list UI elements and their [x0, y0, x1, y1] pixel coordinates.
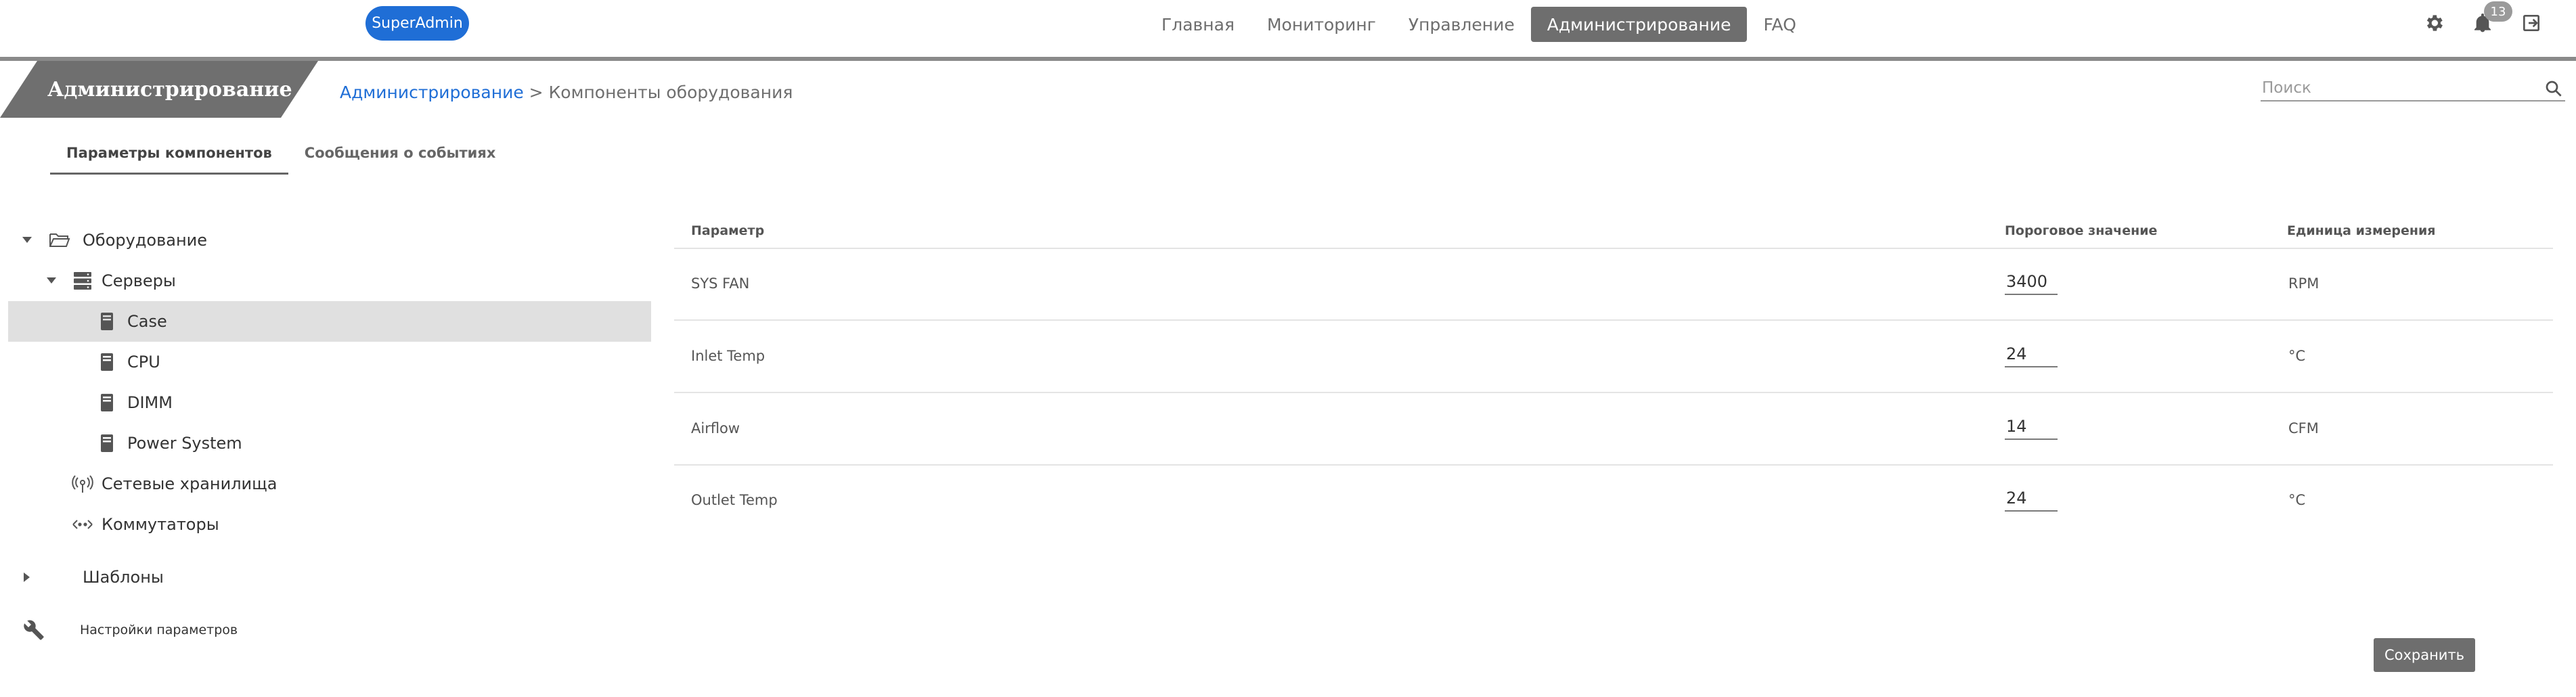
nav-administration[interactable]: Администрирование	[1530, 7, 1748, 42]
header-threshold: Пороговое значение	[2005, 223, 2158, 238]
notification-badge: 13	[2484, 1, 2512, 22]
wrench-icon	[23, 619, 47, 641]
nav-management[interactable]: Управление	[1392, 7, 1531, 42]
server-unit-icon	[100, 352, 115, 372]
threshold-input[interactable]	[2005, 414, 2058, 440]
param-name: SYS FAN	[691, 275, 750, 292]
param-settings-link[interactable]: Настройки параметров	[8, 610, 651, 650]
breadcrumb-link[interactable]: Администрирование	[340, 83, 524, 102]
top-bar: SuperAdmin Главная Мониторинг Управление…	[0, 0, 2576, 57]
section-title: Администрирование	[0, 61, 318, 118]
tree-item-equipment[interactable]: Оборудование	[8, 220, 651, 261]
tree-item-servers[interactable]: Серверы	[8, 261, 651, 301]
folder-open-icon	[49, 231, 72, 250]
breadcrumb-separator: >	[523, 83, 549, 102]
gear-icon[interactable]	[2420, 9, 2447, 37]
param-name: Airflow	[691, 420, 740, 436]
caret-down-icon[interactable]	[45, 274, 58, 288]
table-divider	[674, 248, 2553, 249]
tree-label: Оборудование	[83, 231, 207, 250]
search-box	[2261, 76, 2565, 102]
top-divider	[0, 57, 2576, 61]
unit-value: CFM	[2288, 420, 2319, 436]
unit-value: °C	[2288, 348, 2306, 364]
server-rack-icon	[73, 271, 93, 291]
threshold-input[interactable]	[2005, 342, 2058, 367]
threshold-input[interactable]	[2005, 269, 2058, 295]
logout-icon[interactable]	[2518, 9, 2545, 37]
nav-monitoring[interactable]: Мониторинг	[1251, 7, 1392, 42]
tree-label: Power System	[127, 434, 242, 453]
server-unit-icon	[100, 433, 115, 453]
breadcrumb: Администрирование > Компоненты оборудова…	[340, 83, 793, 102]
switch-icon	[72, 514, 95, 535]
tree-item-cpu[interactable]: CPU	[8, 342, 651, 382]
network-storage-icon	[72, 474, 95, 494]
tree-item-templates[interactable]: Шаблоны	[8, 557, 651, 598]
tree-label: Серверы	[102, 271, 176, 290]
tree-label: DIMM	[127, 393, 173, 412]
header-unit: Единица измерения	[2287, 223, 2436, 238]
tree-label: Сетевые хранилища	[102, 474, 277, 493]
caret-right-icon[interactable]	[20, 570, 34, 584]
caret-down-icon[interactable]	[20, 233, 34, 247]
param-name: Outlet Temp	[691, 492, 778, 508]
tree-label: Коммутаторы	[102, 515, 219, 534]
table-divider	[674, 464, 2553, 466]
role-chip[interactable]: SuperAdmin	[365, 6, 469, 41]
tab-event-messages[interactable]: Сообщения о событиях	[288, 139, 512, 175]
tree-item-dimm[interactable]: DIMM	[8, 382, 651, 423]
server-unit-icon	[100, 392, 115, 413]
table-divider	[674, 392, 2553, 393]
main-nav: Главная Мониторинг Управление Администри…	[1145, 7, 1813, 42]
subtabs: Параметры компонентов Сообщения о событи…	[50, 139, 512, 180]
tree-item-case[interactable]: Case	[8, 301, 651, 342]
table-divider	[674, 319, 2553, 321]
tree-item-power-system[interactable]: Power System	[8, 423, 651, 464]
tab-component-params[interactable]: Параметры компонентов	[50, 139, 288, 175]
tree-item-storage[interactable]: Сетевые хранилища	[8, 464, 651, 504]
param-name: Inlet Temp	[691, 348, 765, 364]
breadcrumb-current: Компоненты оборудования	[548, 83, 793, 102]
tree-label: CPU	[127, 353, 160, 372]
search-icon[interactable]	[2544, 78, 2564, 99]
threshold-input[interactable]	[2005, 486, 2058, 512]
nav-home[interactable]: Главная	[1145, 7, 1251, 42]
tree-item-switches[interactable]: Коммутаторы	[8, 504, 651, 545]
search-input[interactable]	[2261, 76, 2534, 100]
header-param: Параметр	[691, 223, 765, 238]
tree-label: Шаблоны	[83, 568, 164, 587]
unit-value: RPM	[2288, 275, 2319, 292]
unit-value: °C	[2288, 492, 2306, 508]
server-unit-icon	[100, 311, 115, 332]
save-button[interactable]: Сохранить	[2374, 638, 2475, 672]
tree-label: Case	[127, 312, 167, 331]
tree-label: Настройки параметров	[80, 623, 238, 637]
nav-faq[interactable]: FAQ	[1747, 7, 1812, 42]
